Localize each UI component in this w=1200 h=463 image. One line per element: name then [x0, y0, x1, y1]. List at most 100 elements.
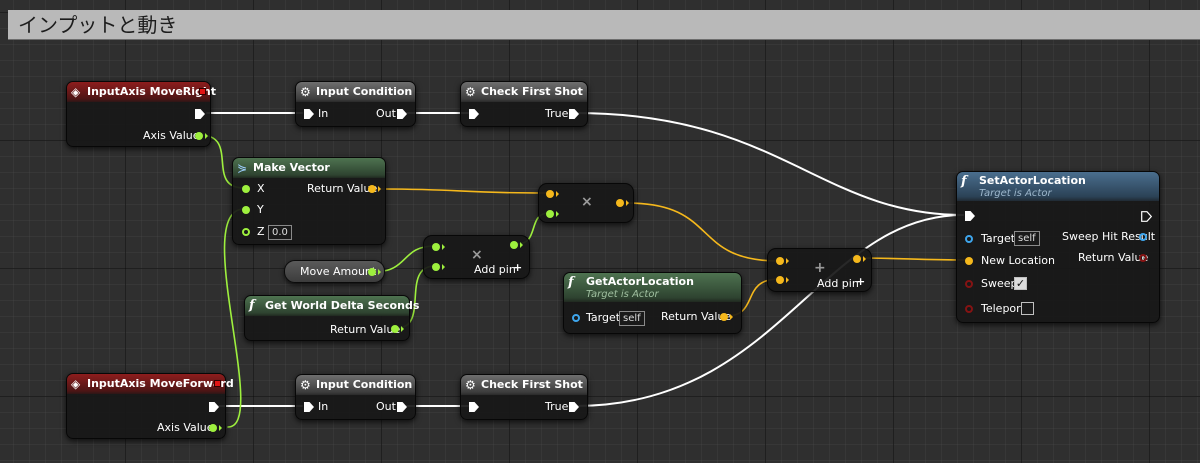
diamond-event-icon: ◈ [71, 377, 81, 391]
multiply-operator: × [471, 247, 483, 263]
gear-macro-icon: ⚙ [300, 378, 311, 392]
exec-out-pin[interactable] [209, 402, 219, 412]
set-actor-location-node[interactable]: f SetActorLocation Target is Actor Targe… [956, 171, 1160, 323]
pin-label: Teleport [981, 302, 1025, 315]
new-location-pin[interactable] [965, 257, 973, 265]
z-pin[interactable] [242, 228, 250, 236]
axis-value-pin[interactable] [195, 132, 203, 140]
add-node[interactable]: + Add pin + [767, 248, 872, 292]
node-title: Get World Delta Seconds [265, 299, 420, 312]
output-pin[interactable] [616, 199, 624, 207]
input-axis-moveright-node[interactable]: ◈ InputAxis MoveRight Axis Value [66, 81, 216, 147]
pin-label: Return Value [330, 323, 401, 336]
vector-wire[interactable] [373, 188, 550, 194]
return-value-pin[interactable] [391, 325, 399, 333]
axis-value-pin[interactable] [209, 424, 217, 432]
vector-wire[interactable] [626, 202, 780, 262]
check-first-shot-node[interactable]: ⚙ Check First Shot True [460, 374, 588, 420]
add-pin-label[interactable]: Add pin [817, 277, 859, 290]
make-struct-icon: ⋟ [237, 161, 248, 175]
delegate-pin-icon[interactable] [214, 380, 221, 387]
pin-label: Return Value [1078, 251, 1149, 264]
exec-out-outline-icon [1141, 211, 1152, 222]
exec-out-pin[interactable] [195, 109, 205, 119]
output-pin[interactable] [853, 255, 861, 263]
exec-in-pin[interactable] [469, 402, 479, 412]
node-header: f GetActorLocation Target is Actor [564, 273, 741, 302]
exec-out-pin[interactable] [569, 402, 579, 412]
pin-label: Sweep [981, 277, 1018, 290]
add-pin-plus-icon[interactable]: + [513, 261, 522, 274]
sweep-checkbox[interactable]: ✓ [1014, 277, 1027, 290]
target-self-field[interactable]: self [619, 311, 645, 326]
exec-in-pin[interactable] [965, 211, 975, 221]
pin-arrow-icon [442, 244, 445, 250]
pin-label: Axis Value [143, 129, 200, 142]
pin-label: X [257, 182, 265, 195]
pin-arrow-icon [626, 200, 629, 206]
input-b-pin[interactable] [776, 276, 784, 284]
exec-in-pin[interactable] [304, 109, 314, 119]
pin-label: In [318, 400, 329, 413]
pin-arrow-icon [520, 242, 523, 248]
teleport-pin[interactable] [965, 305, 973, 313]
multiply-node[interactable]: × Add pin + [423, 235, 530, 279]
teleport-checkbox[interactable] [1021, 302, 1034, 315]
node-header: f SetActorLocation Target is Actor [957, 172, 1159, 201]
diamond-event-icon: ◈ [71, 85, 81, 99]
input-a-pin[interactable] [546, 190, 554, 198]
vector-wire[interactable] [856, 257, 969, 261]
multiply-operator: × [581, 194, 593, 210]
function-f-icon: f [249, 298, 255, 313]
pin-label: Axis Value [157, 421, 214, 434]
exec-out-pin[interactable] [397, 109, 407, 119]
node-header: ⚙ Check First Shot [461, 82, 587, 102]
gear-macro-icon: ⚙ [465, 85, 476, 99]
pin-arrow-icon [730, 314, 733, 320]
node-title: Check First Shot [481, 85, 583, 98]
make-vector-node[interactable]: ⋟ Make Vector X Y Z 0.0 Return Value [232, 157, 386, 245]
pin-arrow-icon [378, 186, 381, 192]
input-a-pin[interactable] [432, 243, 440, 251]
pin-label: New Location [981, 254, 1056, 267]
input-condition-node[interactable]: ⚙ Input Condition In Out [295, 374, 416, 420]
add-operator: + [814, 260, 826, 276]
get-actor-location-node[interactable]: f GetActorLocation Target is Actor Targe… [563, 272, 742, 334]
node-header: ◈ InputAxis MoveForward [67, 374, 234, 394]
add-pin-label[interactable]: Add pin [474, 263, 516, 276]
node-subtitle: Target is Actor [979, 188, 1052, 199]
target-pin[interactable] [572, 314, 580, 322]
z-value-input[interactable]: 0.0 [268, 225, 292, 240]
multiply-node[interactable]: × [538, 183, 634, 223]
pin-arrow-icon [442, 264, 445, 270]
delegate-pin-icon[interactable] [199, 88, 206, 95]
return-value-pin[interactable] [1139, 254, 1147, 262]
input-axis-moveforward-node[interactable]: ◈ InputAxis MoveForward Axis Value [66, 373, 234, 439]
function-f-icon: f [961, 174, 967, 189]
move-amount-variable-node[interactable]: Move Amount [284, 260, 385, 283]
x-pin[interactable] [242, 185, 250, 193]
exec-out-pin[interactable] [397, 402, 407, 412]
exec-out-pin[interactable] [569, 109, 579, 119]
sweep-hit-result-pin[interactable] [1139, 233, 1147, 241]
return-value-pin[interactable] [720, 313, 728, 321]
exec-in-pin[interactable] [469, 109, 479, 119]
return-value-pin[interactable] [368, 185, 376, 193]
exec-in-pin[interactable] [304, 402, 314, 412]
sweep-pin[interactable] [965, 280, 973, 288]
input-a-pin[interactable] [776, 257, 784, 265]
y-pin[interactable] [242, 206, 250, 214]
output-pin[interactable] [510, 241, 518, 249]
input-b-pin[interactable] [432, 263, 440, 271]
variable-out-pin[interactable] [368, 268, 376, 276]
input-b-pin[interactable] [546, 210, 554, 218]
input-condition-node[interactable]: ⚙ Input Condition In Out [295, 81, 416, 127]
node-header: ⚙ Input Condition [296, 375, 415, 395]
target-pin[interactable] [965, 235, 973, 243]
add-pin-plus-icon[interactable]: + [856, 275, 865, 288]
get-world-delta-seconds-node[interactable]: f Get World Delta Seconds Return Value [244, 295, 419, 341]
node-header: ◈ InputAxis MoveRight [67, 82, 216, 102]
target-self-field[interactable]: self [1014, 231, 1040, 246]
check-first-shot-node[interactable]: ⚙ Check First Shot True [460, 81, 588, 127]
pin-arrow-icon [378, 269, 381, 275]
